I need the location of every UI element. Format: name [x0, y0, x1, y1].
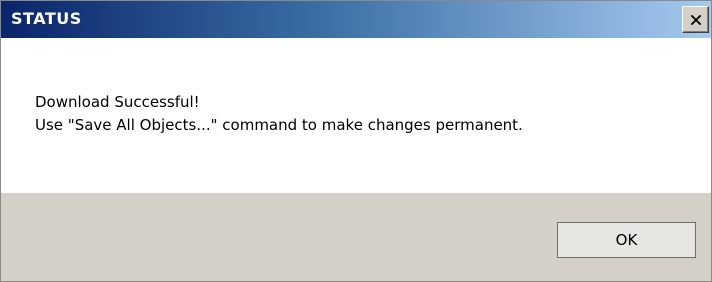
close-icon	[691, 15, 701, 25]
button-bar: OK	[1, 193, 711, 281]
instruction-message: Use "Save All Objects..." command to mak…	[35, 116, 523, 134]
ok-button[interactable]: OK	[557, 222, 696, 258]
title-bar[interactable]: STATUS	[1, 1, 711, 38]
success-message: Download Successful!	[35, 93, 200, 111]
message-area: Download Successful! Use "Save All Objec…	[1, 38, 711, 193]
close-button[interactable]	[682, 6, 709, 33]
status-dialog: STATUS Download Successful! Use "Save Al…	[0, 0, 712, 282]
dialog-title: STATUS	[11, 9, 82, 28]
